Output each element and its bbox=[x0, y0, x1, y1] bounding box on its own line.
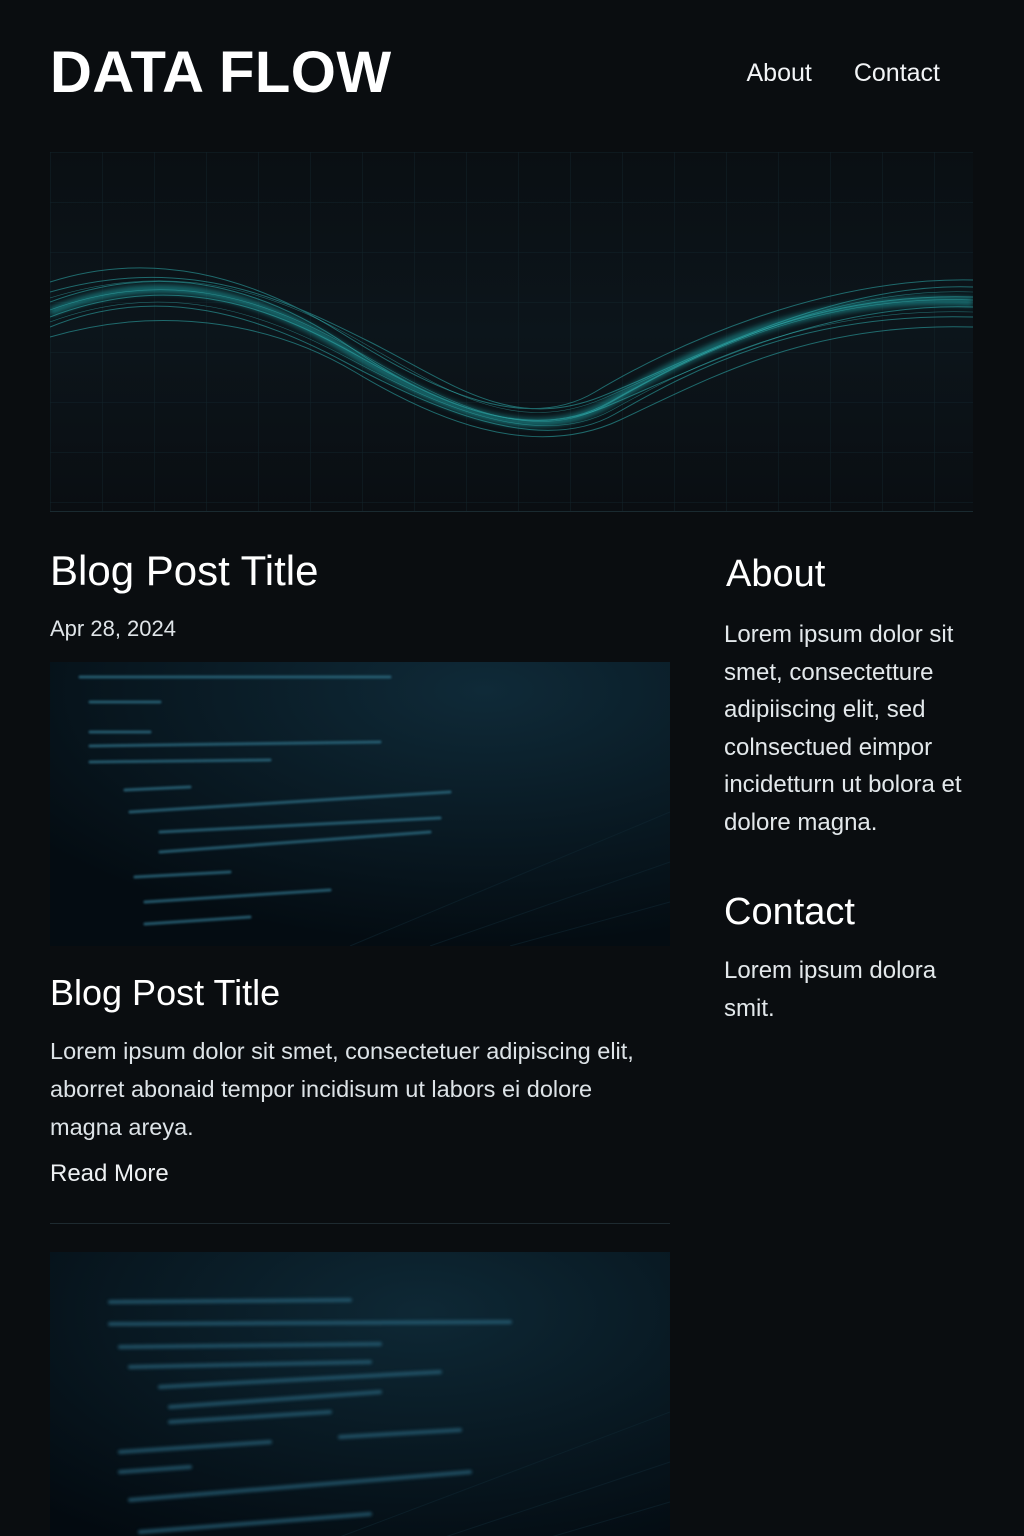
sidebar-contact-title: Contact bbox=[724, 891, 855, 933]
post-date: Apr 28, 2024 bbox=[50, 616, 176, 642]
code-screen-graphic bbox=[50, 662, 670, 947]
sidebar-about-text: Lorem ipsum dolor sit smet, consectettur… bbox=[724, 621, 962, 836]
post-excerpt: Lorem ipsum dolor sit smet, consectetuer… bbox=[50, 1038, 634, 1141]
post-divider bbox=[50, 1223, 670, 1225]
post-thumbnail-image[interactable] bbox=[50, 662, 670, 947]
nav-link-contact[interactable]: Contact bbox=[854, 59, 940, 88]
sidebar-contact-text: Lorem ipsum dolora smit. bbox=[724, 957, 937, 1022]
main-content: Blog Post Title Apr 28, 2024 Blog Post T… bbox=[50, 547, 670, 1536]
post-thumbnail-image[interactable] bbox=[50, 1252, 670, 1536]
read-more-link[interactable]: Read More bbox=[50, 1160, 169, 1188]
code-screen-graphic bbox=[50, 1252, 670, 1536]
sidebar: About Lorem ipsum dolor sit smet, consec… bbox=[724, 553, 984, 1027]
site-header: DATA FLOW About Contact bbox=[50, 38, 940, 108]
post-title[interactable]: Blog Post Title bbox=[50, 972, 670, 1014]
main-nav: About Contact bbox=[746, 59, 940, 88]
featured-post-title[interactable]: Blog Post Title bbox=[50, 547, 670, 594]
site-logo[interactable]: DATA FLOW bbox=[50, 44, 392, 102]
data-wave-graphic bbox=[50, 152, 973, 511]
nav-link-about[interactable]: About bbox=[746, 59, 811, 88]
hero-banner-image bbox=[50, 152, 973, 512]
page: DATA FLOW About Contact Blog Post Title … bbox=[0, 0, 1024, 1536]
sidebar-about-title: About bbox=[726, 553, 826, 595]
